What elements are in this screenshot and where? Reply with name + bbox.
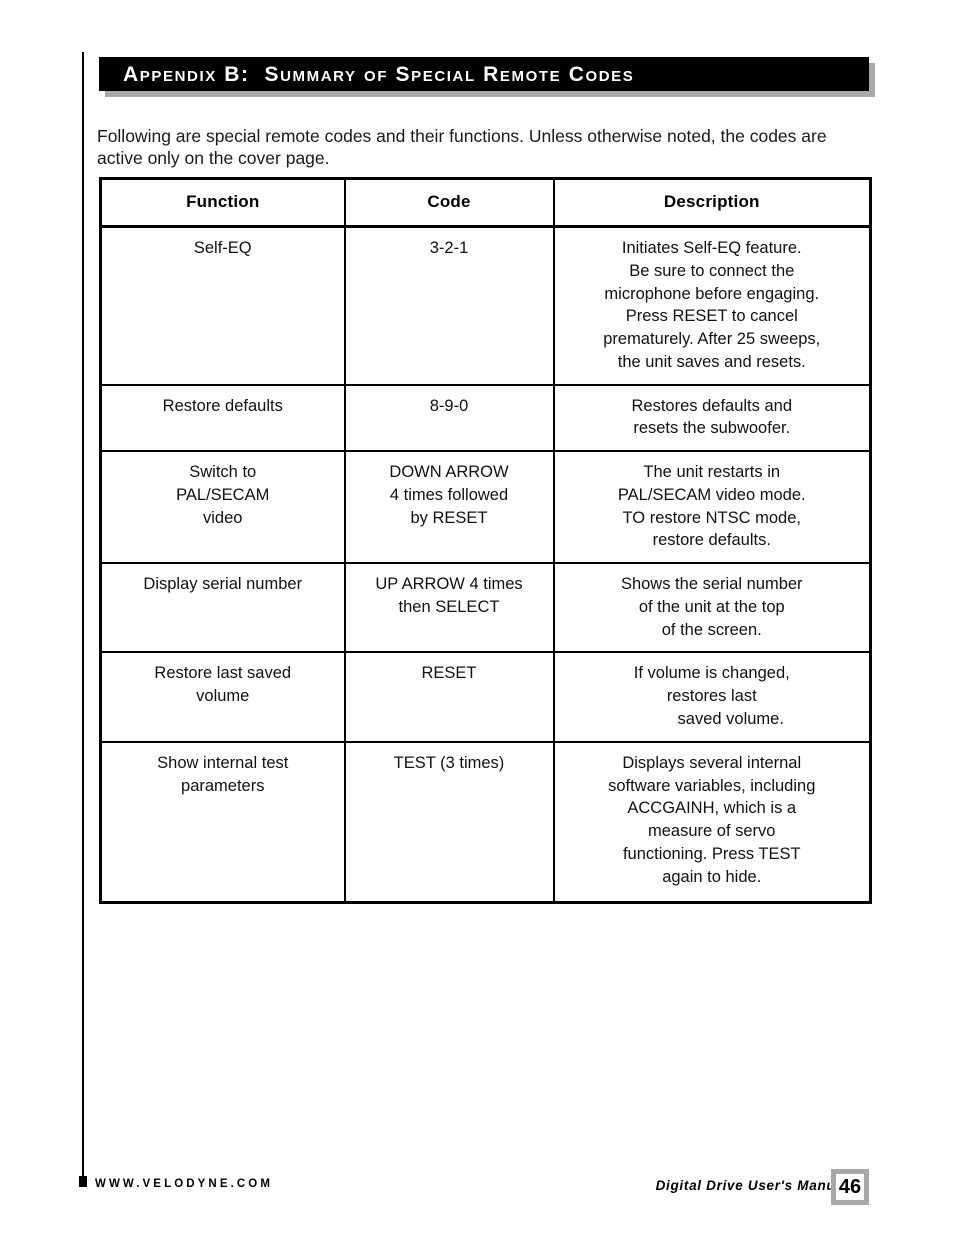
cell-description: The unit restarts in PAL/SECAM video mod… (552, 450, 872, 565)
page-number: 46 (838, 1176, 862, 1198)
table-row: Switch to PAL/SECAM video DOWN ARROW 4 t… (99, 450, 872, 565)
left-margin-rule (82, 52, 84, 1176)
cell-function-text: Self-EQ (193, 239, 252, 257)
cell-function: Restore defaults (99, 383, 346, 453)
table-row: Restore defaults 8-9-0 Restores defaults… (99, 383, 872, 453)
table-body: Self-EQ 3-2-1 Initiates Self-EQ feature.… (99, 225, 872, 905)
cell-description-text: Shows the serial number of the unit at t… (620, 575, 803, 639)
column-header-description-label: Description (663, 192, 760, 211)
cell-description: If volume is changed, restores last saved … (552, 651, 872, 743)
cell-description-text: Initiates Self-EQ feature. Be sure to co… (603, 239, 821, 371)
cell-code-text: UP ARROW 4 times then SELECT (375, 575, 523, 616)
cell-description: Restores defaults and resets the subwoof… (552, 383, 872, 453)
appendix-banner: Appendix B: Summary of Special Remote Co… (99, 57, 875, 97)
cell-function-text: Restore defaults (162, 396, 283, 415)
cell-description-text: Restores defaults and resets the subwoof… (631, 396, 792, 438)
cell-code: 8-9-0 (343, 383, 555, 453)
cell-code-text: DOWN ARROW 4 times followed by RESET (389, 463, 509, 527)
column-header-description: Description (552, 177, 872, 228)
cell-description-text: The unit restarts in PAL/SECAM video mod… (617, 463, 806, 550)
appendix-banner-title: Appendix B: Summary of Special Remote Co… (123, 62, 635, 86)
cell-description-text: If volume is changed, restores last saved … (555, 653, 870, 740)
cell-function-text: Switch to PAL/SECAM video (176, 463, 270, 527)
footer-manual-title: Digital Drive User's Manual (655, 1178, 848, 1193)
cell-code: UP ARROW 4 times then SELECT (343, 562, 555, 654)
cell-code-text: RESET (421, 664, 477, 683)
cell-code: DOWN ARROW 4 times followed by RESET (343, 450, 555, 565)
cell-code-text: 8-9-0 (429, 396, 469, 415)
special-remote-codes-table: Function Code Description Self-EQ 3-2-1 … (99, 177, 872, 905)
description-line-2: restores last (666, 687, 757, 706)
cell-function: Restore last saved volume (99, 651, 346, 743)
cell-function: Self-EQ (99, 225, 346, 386)
table-row: Restore last saved volume RESET If volum… (99, 651, 872, 743)
cell-description: Initiates Self-EQ feature. Be sure to co… (552, 225, 872, 386)
cell-code-text: 3-2-1 (429, 239, 469, 257)
column-header-function-label: Function (186, 192, 260, 211)
cell-code: TEST (3 times) (343, 740, 555, 905)
table-header-row: Function Code Description (99, 177, 872, 228)
cell-function-text: Restore last saved volume (154, 664, 292, 706)
left-margin-bullet (79, 1176, 87, 1187)
footer-website-url: WWW.VELODYNE.COM (95, 1178, 274, 1190)
table-header: Function Code Description (99, 177, 872, 228)
table-row: Self-EQ 3-2-1 Initiates Self-EQ feature.… (99, 225, 872, 386)
column-header-code-label: Code (427, 192, 471, 211)
cell-description: Displays several internal software varia… (552, 740, 872, 905)
cell-code-text: TEST (3 times) (393, 753, 505, 772)
cell-function-text: Show internal test parameters (157, 753, 289, 795)
column-header-code: Code (343, 177, 555, 228)
table-row: Display serial number UP ARROW 4 times t… (99, 562, 872, 654)
cell-code: RESET (343, 651, 555, 743)
cell-description-text: Displays several internal software varia… (608, 753, 816, 886)
appendix-banner-bar: Appendix B: Summary of Special Remote Co… (99, 57, 869, 91)
description-line-1: If volume is changed, (633, 664, 790, 683)
table-row: Show internal test parameters TEST (3 ti… (99, 740, 872, 905)
intro-paragraph: Following are special remote codes and t… (97, 125, 827, 168)
cell-function: Show internal test parameters (99, 740, 346, 905)
cell-function: Switch to PAL/SECAM video (99, 450, 346, 565)
cell-function-text: Display serial number (143, 575, 303, 594)
cell-description: Shows the serial number of the unit at t… (552, 562, 872, 654)
column-header-function: Function (99, 177, 346, 228)
cell-function: Display serial number (99, 562, 346, 654)
description-line-3: saved volume. (677, 710, 784, 729)
cell-code: 3-2-1 (343, 225, 555, 386)
page-number-box: 46 (831, 1169, 869, 1205)
